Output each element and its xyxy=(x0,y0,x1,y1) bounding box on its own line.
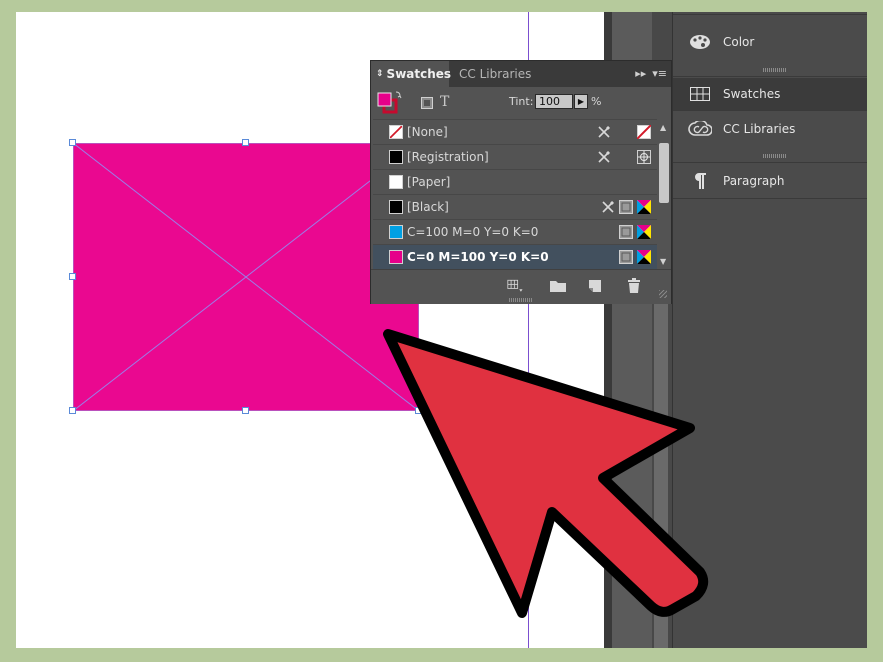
palette-icon xyxy=(687,33,713,51)
swatch-chip xyxy=(389,250,403,264)
swatch-name: C=100 M=0 Y=0 K=0 xyxy=(407,225,539,239)
swatch-name: C=0 M=100 Y=0 K=0 xyxy=(407,250,549,264)
swatch-list-scrollbar[interactable]: ▲ ▼ xyxy=(657,119,671,269)
process-color-icon xyxy=(619,250,633,264)
graphic-frame[interactable] xyxy=(73,143,419,411)
tab-swatches[interactable]: ⇕ Swatches xyxy=(371,61,452,87)
dock-item-label: CC Libraries xyxy=(723,122,796,136)
double-arrow-icon[interactable]: ▸▸ xyxy=(635,67,646,80)
swatches-panel: ⇕ Swatches CC Libraries ▸▸ ▾≡ T Tint: 10… xyxy=(370,60,672,304)
document-canvas[interactable]: Color Swatches CC Libraries Paragraph ⇕ … xyxy=(16,12,867,648)
process-color-icon xyxy=(619,225,633,239)
selection-handle[interactable] xyxy=(242,139,249,146)
swatch-row[interactable]: C=100 M=0 Y=0 K=0 xyxy=(373,219,657,244)
swatch-name: [Paper] xyxy=(407,175,451,189)
selection-handle[interactable] xyxy=(242,407,249,414)
swatch-row[interactable]: [Registration] xyxy=(373,144,657,169)
scrollbar-thumb[interactable] xyxy=(659,143,669,203)
panel-menu-icon[interactable]: ▾≡ xyxy=(652,67,667,80)
panel-dock: Color Swatches CC Libraries Paragraph xyxy=(672,12,867,648)
no-edit-icon xyxy=(598,151,610,163)
panel-grip[interactable] xyxy=(509,298,533,302)
swatches-grid-icon xyxy=(687,85,713,103)
selection-handle[interactable] xyxy=(69,273,76,280)
swatch-name: [None] xyxy=(407,125,448,139)
dock-grip[interactable] xyxy=(763,68,787,72)
tint-input[interactable]: 100 xyxy=(535,94,573,109)
dock-item-label: Swatches xyxy=(723,87,781,101)
new-swatch-icon[interactable] xyxy=(587,278,605,294)
pilcrow-icon xyxy=(687,172,713,190)
dock-item-cc-libraries[interactable]: CC Libraries xyxy=(673,113,867,145)
collapse-arrows-icon: ⇕ xyxy=(376,69,384,79)
creative-cloud-icon xyxy=(687,120,713,138)
process-color-icon xyxy=(619,200,633,214)
swatch-row[interactable]: [Paper] xyxy=(373,169,657,194)
tab-cc-libraries[interactable]: CC Libraries xyxy=(451,61,541,87)
swatch-name: [Registration] xyxy=(407,150,489,164)
swatch-row-selected[interactable]: C=0 M=100 Y=0 K=0 xyxy=(373,244,657,269)
scrollbar-track[interactable] xyxy=(654,302,668,648)
cmyk-icon xyxy=(637,225,651,239)
dock-item-paragraph[interactable]: Paragraph xyxy=(673,165,867,197)
no-edit-icon xyxy=(602,201,614,213)
panel-tabbar: ⇕ Swatches CC Libraries ▸▸ ▾≡ xyxy=(371,61,671,87)
none-swatch-icon xyxy=(389,125,403,139)
panel-footer xyxy=(371,269,671,304)
swatch-chip xyxy=(389,175,403,189)
cmyk-icon xyxy=(637,250,651,264)
resize-grip-icon[interactable] xyxy=(659,290,667,298)
selection-handle[interactable] xyxy=(415,407,422,414)
selection-handle[interactable] xyxy=(69,139,76,146)
scroll-up-icon[interactable]: ▲ xyxy=(660,123,666,132)
swatch-chip xyxy=(389,225,403,239)
swatch-chip xyxy=(389,200,403,214)
formatting-container-icon[interactable] xyxy=(421,97,433,109)
dock-item-label: Paragraph xyxy=(723,174,785,188)
registration-mark-icon xyxy=(637,150,651,164)
selection-handle[interactable] xyxy=(69,407,76,414)
dock-item-color[interactable]: Color xyxy=(673,26,867,58)
tint-label: Tint: xyxy=(509,95,534,108)
dock-item-label: Color xyxy=(723,35,755,49)
no-edit-icon xyxy=(598,126,610,138)
folder-icon[interactable] xyxy=(549,278,567,294)
swatch-name: [Black] xyxy=(407,200,449,214)
tab-label: Swatches xyxy=(386,67,452,81)
fill-stroke-icon[interactable] xyxy=(377,91,403,115)
swatch-toolbar: T Tint: 100 ▶ % xyxy=(371,87,671,119)
scroll-down-icon[interactable]: ▼ xyxy=(660,257,666,266)
cmyk-icon xyxy=(637,200,651,214)
swatch-list: [None] [Registration] [Paper] [Black] C=… xyxy=(373,119,657,269)
swatch-view-grid-icon[interactable] xyxy=(507,278,525,294)
swatch-row[interactable]: [Black] xyxy=(373,194,657,219)
swatch-chip xyxy=(389,150,403,164)
trash-icon[interactable] xyxy=(625,278,643,294)
dock-item-swatches[interactable]: Swatches xyxy=(673,78,867,110)
none-indicator-icon xyxy=(637,125,651,139)
formatting-text-icon[interactable]: T xyxy=(440,94,449,110)
dock-grip[interactable] xyxy=(763,154,787,158)
tab-label: CC Libraries xyxy=(459,67,532,81)
tint-unit: % xyxy=(591,95,602,108)
swatch-row[interactable]: [None] xyxy=(373,119,657,144)
tint-slider-button[interactable]: ▶ xyxy=(574,94,588,109)
